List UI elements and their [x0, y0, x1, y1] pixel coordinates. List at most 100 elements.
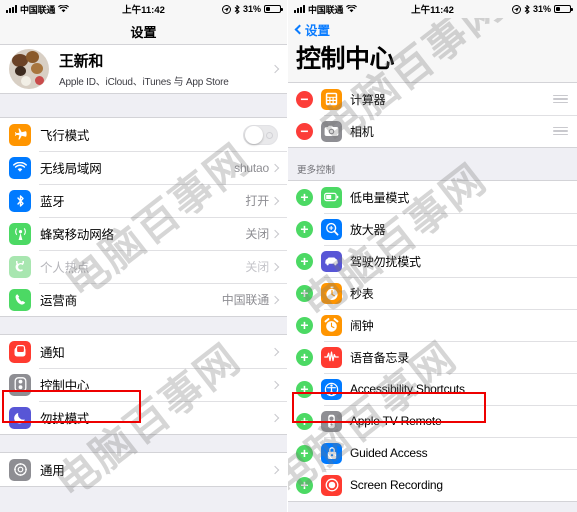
- stopwatch-icon: [321, 282, 342, 304]
- control-center-icon: [9, 373, 31, 396]
- control-row-accessibility-shortcuts[interactable]: + Accessibility Shortcuts: [288, 373, 577, 405]
- wifi-icon: [58, 5, 70, 13]
- settings-nav-title: 设置: [0, 18, 287, 44]
- control-row-low-power-mode[interactable]: + 低电量模式: [288, 181, 577, 213]
- location-icon: [221, 4, 231, 14]
- chevron-right-icon: [270, 262, 280, 271]
- control-row-voice-memos[interactable]: + 语音备忘录: [288, 341, 577, 373]
- settings-row-cellular[interactable]: 蜂窝移动网络 关闭: [0, 217, 287, 250]
- control-row-alarm[interactable]: + 闹钟: [288, 309, 577, 341]
- settings-value: 中国联通: [221, 293, 269, 307]
- status-bar: 中国联通 上午11:42 31%: [288, 0, 577, 18]
- magnifier-icon: [321, 218, 342, 240]
- settings-row-general[interactable]: 通用: [0, 453, 287, 486]
- apple-tv-remote-icon: [321, 410, 342, 432]
- airplane-mode-toggle[interactable]: [243, 124, 278, 145]
- settings-row-airplane-mode[interactable]: 飞行模式: [0, 118, 287, 151]
- settings-row-carrier[interactable]: 运营商 中国联通: [0, 283, 287, 316]
- control-label: Screen Recording: [350, 478, 443, 492]
- settings-row-notifications[interactable]: 通知: [0, 335, 287, 368]
- do-not-disturb-driving-icon: [321, 250, 342, 272]
- drag-handle-icon[interactable]: [553, 126, 568, 136]
- connectivity-group: 飞行模式 无线局域网 shutao 蓝牙 打开 蜂窝移动网络 关闭 个人热点 关…: [0, 117, 287, 317]
- low-power-mode-icon: [321, 186, 342, 208]
- chevron-right-icon: [270, 347, 280, 356]
- settings-value: 打开: [245, 194, 269, 208]
- notifications-icon: [9, 340, 31, 363]
- more-controls-group: + 低电量模式 + 放大器 + 驾驶勿扰模式 + 秒表 + 闹钟 + 语音备忘录…: [288, 180, 577, 502]
- control-label: Guided Access: [350, 446, 428, 460]
- carrier-label: 中国联通: [308, 4, 344, 15]
- add-control-button[interactable]: +: [296, 284, 313, 302]
- drag-handle-icon[interactable]: [553, 94, 568, 104]
- profile-subtitle: Apple ID、iCloud、iTunes 与 App Store: [59, 77, 229, 88]
- signal-bars-icon: [6, 5, 17, 13]
- control-row-calculator[interactable]: − 计算器: [288, 83, 577, 115]
- left-phone-screen: 中国联通 上午11:42 31% 设置 王新和 Apple ID、iCloud、…: [0, 0, 288, 512]
- add-control-button[interactable]: +: [296, 412, 313, 430]
- settings-label: 蓝牙: [40, 195, 65, 209]
- battery-icon: [554, 5, 573, 13]
- control-center-navbar: 设置 控制中心: [288, 18, 577, 82]
- dual-screenshot-container: 中国联通 上午11:42 31% 设置 王新和 Apple ID、iCloud、…: [0, 0, 577, 512]
- apple-id-profile-row[interactable]: 王新和 Apple ID、iCloud、iTunes 与 App Store: [0, 45, 287, 93]
- control-label: 驾驶勿扰模式: [350, 254, 421, 269]
- control-row-do-not-disturb-driving[interactable]: + 驾驶勿扰模式: [288, 245, 577, 277]
- chevron-right-icon: [270, 380, 280, 389]
- right-phone-screen: 中国联通 上午11:42 31% 设置 控制中心 − 计算器 − 相机 更多控制…: [288, 0, 577, 512]
- settings-label: 蜂窝移动网络: [40, 228, 114, 242]
- settings-label: 勿扰模式: [40, 412, 90, 426]
- add-control-button[interactable]: +: [296, 188, 313, 206]
- add-control-button[interactable]: +: [296, 220, 313, 238]
- chevron-right-icon: [270, 64, 280, 74]
- group-separator: [0, 317, 287, 334]
- control-label: 放大器: [350, 222, 386, 237]
- control-row-magnifier[interactable]: + 放大器: [288, 213, 577, 245]
- chevron-right-icon: [270, 295, 280, 304]
- control-label: Apple TV Remote: [350, 414, 442, 428]
- chevron-right-icon: [270, 465, 280, 474]
- location-icon: [511, 4, 521, 14]
- control-row-screen-recording[interactable]: + Screen Recording: [288, 469, 577, 501]
- group-separator: [0, 435, 287, 452]
- add-control-button[interactable]: +: [296, 316, 313, 334]
- control-label: 闹钟: [350, 318, 374, 333]
- add-control-button[interactable]: +: [296, 348, 313, 366]
- settings-value: 关闭: [245, 227, 269, 241]
- back-button[interactable]: 设置: [294, 21, 569, 38]
- control-row-camera[interactable]: − 相机: [288, 115, 577, 147]
- control-row-guided-access[interactable]: + Guided Access: [288, 437, 577, 469]
- settings-row-bluetooth[interactable]: 蓝牙 打开: [0, 184, 287, 217]
- remove-control-button[interactable]: −: [296, 122, 313, 140]
- notifications-group: 通知 控制中心 勿扰模式: [0, 334, 287, 435]
- avatar: [9, 49, 49, 89]
- settings-label: 无线局域网: [40, 162, 102, 176]
- back-button-label: 设置: [305, 24, 331, 38]
- settings-label: 通知: [40, 346, 65, 360]
- control-label: Accessibility Shortcuts: [350, 382, 465, 396]
- control-label: 计算器: [350, 92, 386, 107]
- settings-row-personal-hotspot[interactable]: 个人热点 关闭: [0, 250, 287, 283]
- add-control-button[interactable]: +: [296, 380, 313, 398]
- bluetooth-icon: [234, 4, 240, 14]
- control-row-stopwatch[interactable]: + 秒表: [288, 277, 577, 309]
- page-title: 控制中心: [296, 45, 395, 73]
- guided-access-icon: [321, 442, 342, 464]
- control-label: 相机: [350, 124, 374, 139]
- phone-icon: [9, 288, 31, 311]
- add-control-button[interactable]: +: [296, 252, 313, 270]
- remove-control-button[interactable]: −: [296, 90, 313, 108]
- settings-row-do-not-disturb[interactable]: 勿扰模式: [0, 401, 287, 434]
- calculator-icon: [321, 88, 342, 110]
- control-row-apple-tv-remote[interactable]: + Apple TV Remote: [288, 405, 577, 437]
- settings-row-control-center[interactable]: 控制中心: [0, 368, 287, 401]
- battery-icon: [264, 5, 283, 13]
- cellular-icon: [9, 222, 31, 245]
- settings-value: 关闭: [245, 260, 269, 274]
- chevron-right-icon: [270, 413, 280, 422]
- camera-icon: [321, 120, 342, 142]
- settings-row-wifi[interactable]: 无线局域网 shutao: [0, 151, 287, 184]
- add-control-button[interactable]: +: [296, 444, 313, 462]
- add-control-button[interactable]: +: [296, 476, 313, 494]
- included-controls-group: − 计算器 − 相机: [288, 82, 577, 148]
